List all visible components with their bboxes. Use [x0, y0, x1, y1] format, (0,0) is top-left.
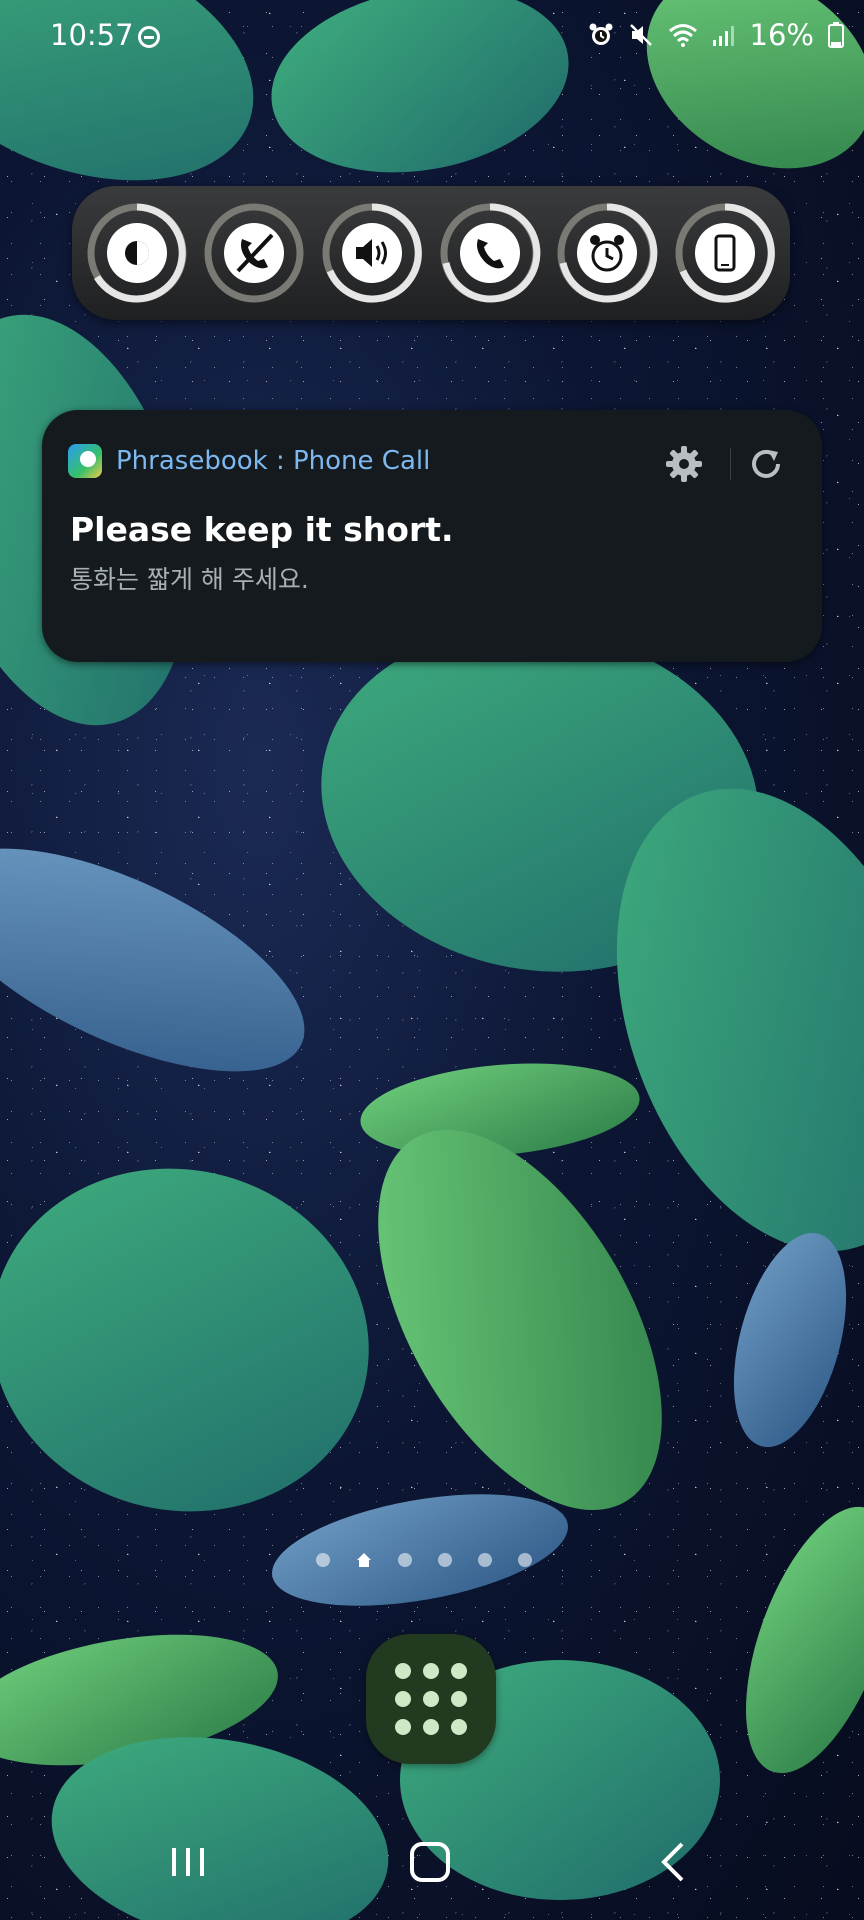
home-page-icon [356, 1552, 372, 1568]
phone-toggle[interactable] [438, 201, 542, 305]
signal-icon [712, 26, 734, 46]
phrase-english: Please keep it short. [70, 510, 454, 549]
page-indicator [316, 1552, 532, 1568]
notification-app-name: Phrasebook : Phone Call [116, 446, 431, 476]
status-bar: 10:57 16% [0, 0, 864, 78]
card-divider [730, 448, 731, 480]
refresh-icon[interactable] [746, 444, 786, 484]
phrase-korean: 통화는 짧게 해 주세요. [70, 565, 309, 594]
volume-toggle[interactable] [320, 201, 424, 305]
navigation-bar [0, 1816, 864, 1920]
alarm-icon [589, 23, 613, 45]
call-block-icon [204, 203, 304, 303]
page-dot [478, 1553, 492, 1567]
page-dot [316, 1553, 330, 1567]
battery-icon [828, 22, 844, 48]
phrasebook-notification-card[interactable]: Phrasebook : Phone Call Please keep it s… [42, 410, 822, 662]
clock: 10:57 [50, 18, 134, 52]
gear-icon[interactable] [664, 444, 704, 484]
volume-icon [322, 203, 422, 303]
quick-toggles-panel [72, 186, 790, 320]
app-drawer-button[interactable] [366, 1634, 496, 1764]
phrasebook-app-icon [68, 444, 102, 478]
back-icon[interactable] [658, 1842, 688, 1882]
status-icons: 16% [588, 18, 844, 52]
do-not-disturb-icon [138, 26, 160, 48]
screen-toggle[interactable] [673, 201, 777, 305]
mute-icon [629, 24, 652, 46]
phone-device-icon [675, 203, 775, 303]
page-dot [518, 1553, 532, 1567]
brightness-icon [87, 203, 187, 303]
alarm-toggle[interactable] [555, 201, 659, 305]
home-button[interactable] [410, 1842, 450, 1882]
call-block-toggle[interactable] [202, 201, 306, 305]
wifi-icon [668, 24, 697, 47]
recents-icon[interactable] [168, 1846, 208, 1878]
battery-percent: 16% [749, 18, 814, 52]
phone-icon [440, 203, 541, 303]
alarm-clock-icon [557, 203, 658, 303]
page-dot [398, 1553, 412, 1567]
page-dot [438, 1553, 452, 1567]
brightness-toggle[interactable] [85, 201, 189, 305]
